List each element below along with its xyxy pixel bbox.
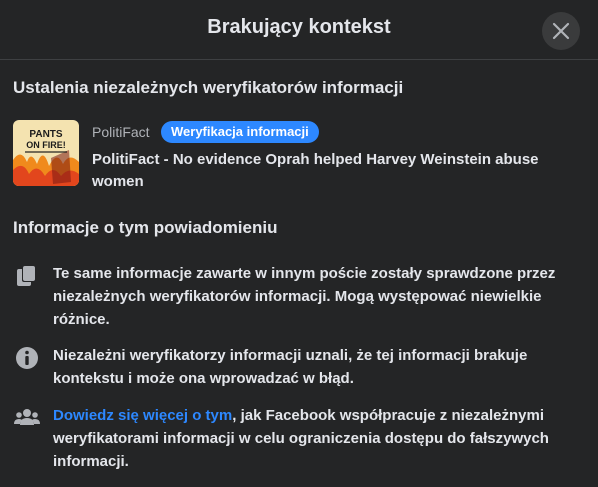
missing-context-dialog: Brakujący kontekst Ustalenia niezależnyc… bbox=[0, 0, 598, 487]
thumbnail-text-top: PANTS bbox=[29, 129, 62, 140]
info-icon bbox=[16, 347, 38, 369]
dialog-header: Brakujący kontekst bbox=[0, 0, 598, 60]
about-heading: Informacje o tym powiadomieniu bbox=[13, 218, 278, 237]
close-button[interactable] bbox=[542, 12, 580, 50]
publisher-name: PolitiFact bbox=[92, 124, 150, 140]
fact-check-item[interactable]: PANTS ON FIRE! PolitiFact Weryfikacja in… bbox=[13, 120, 583, 190]
people-icon bbox=[14, 409, 40, 425]
dialog-title: Brakujący kontekst bbox=[207, 16, 391, 38]
fact-check-title[interactable]: PolitiFact - No evidence Oprah helped Ha… bbox=[92, 149, 582, 193]
info-text-learn-more: Dowiedz się więcej o tym, jak Facebook w… bbox=[53, 404, 583, 473]
cards-icon bbox=[17, 265, 36, 286]
findings-heading: Ustalenia niezależnych weryfikatorów inf… bbox=[13, 78, 404, 97]
info-text-same-info: Te same informacje zawarte w innym pości… bbox=[53, 265, 556, 328]
fact-check-thumbnail: PANTS ON FIRE! bbox=[13, 120, 79, 186]
fact-check-badge: Weryfikacja informacji bbox=[161, 121, 319, 143]
learn-more-link[interactable]: Dowiedz się więcej o tym bbox=[53, 407, 232, 424]
info-text-missing-context: Niezależni weryfikatorzy informacji uzna… bbox=[53, 347, 528, 387]
thumbnail-text-bottom: ON FIRE! bbox=[26, 140, 66, 150]
close-icon bbox=[552, 22, 570, 40]
